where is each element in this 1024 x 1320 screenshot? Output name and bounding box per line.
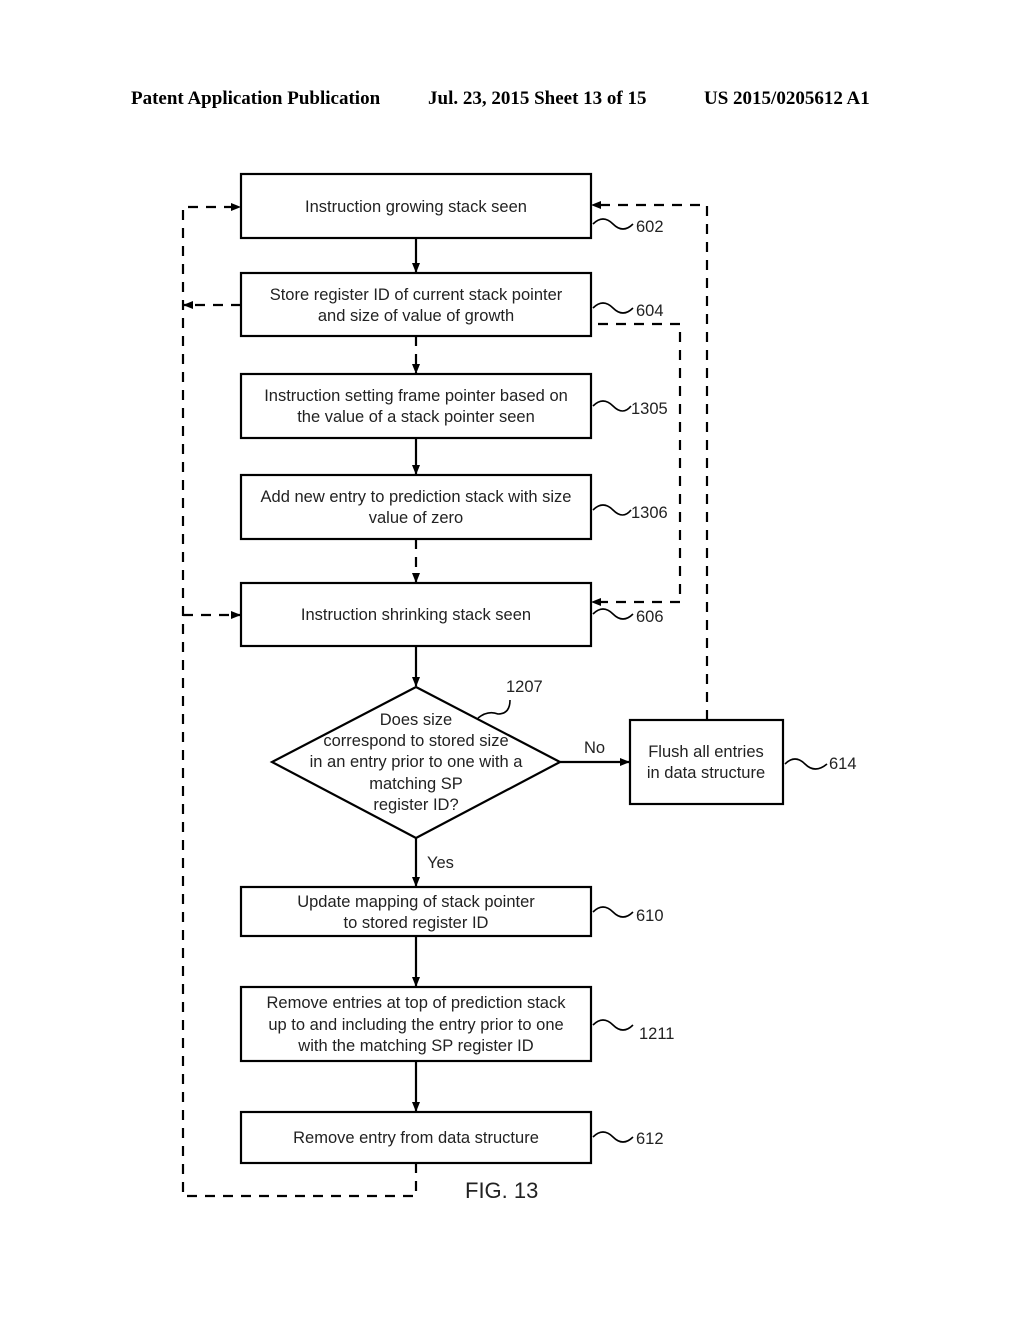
ref-604: 604 (636, 302, 664, 320)
ref-602-leader (592, 218, 634, 230)
node-614-line-2: in data structure (647, 764, 765, 782)
node-1306: Add new entry to prediction stack with s… (239, 473, 593, 541)
ref-614: 614 (829, 755, 857, 773)
node-604-box (239, 271, 593, 338)
node-1207-line-2: correspond to stored size (323, 732, 508, 750)
node-606: Instruction shrinking stack seen (239, 581, 593, 648)
node-604-line-2: and size of value of growth (318, 307, 514, 325)
ref-614-leader (784, 758, 828, 770)
ref-610: 610 (636, 907, 664, 925)
ref-606: 606 (636, 608, 664, 626)
node-1305: Instruction setting frame pointer based … (239, 372, 593, 440)
node-1306-box (239, 473, 593, 541)
ref-612-leader (592, 1131, 634, 1143)
node-604-line-1: Store register ID of current stack point… (270, 286, 563, 304)
node-1305-box (239, 372, 593, 440)
ref-1207-leader (477, 699, 511, 719)
node-614-line-1: Flush all entries (648, 743, 764, 761)
ref-604-leader (592, 302, 634, 314)
node-602: Instruction growing stack seen (239, 172, 593, 240)
node-1211-line-2: up to and including the entry prior to o… (268, 1016, 563, 1034)
edge-label-no: No (584, 739, 605, 757)
ref-1211: 1211 (639, 1025, 674, 1043)
node-1306-line-2: value of zero (369, 509, 463, 527)
node-1207-line-1: Does size (380, 711, 452, 729)
ref-1211-leader (592, 1019, 634, 1031)
ref-606-leader (592, 608, 634, 620)
ref-612: 612 (636, 1130, 664, 1148)
node-612: Remove entry from data structure (239, 1110, 593, 1165)
ref-1306: 1306 (631, 504, 668, 522)
node-610: Update mapping of stack pointer to store… (239, 885, 593, 938)
node-604: Store register ID of current stack point… (239, 271, 593, 338)
ref-1305-leader (592, 400, 632, 412)
node-1306-line-1: Add new entry to prediction stack with s… (261, 488, 572, 506)
node-614: Flush all entries in data structure (628, 718, 785, 806)
ref-1207: 1207 (506, 678, 543, 696)
node-606-line-1: Instruction shrinking stack seen (301, 606, 531, 624)
node-1207-line-3: in an entry prior to one with a (310, 753, 524, 771)
edge-604-606-dashed (591, 322, 682, 606)
node-1211-line-3: with the matching SP register ID (297, 1037, 533, 1055)
figure-label: FIG. 13 (465, 1178, 538, 1203)
ref-1305: 1305 (631, 400, 668, 418)
node-1305-line-2: the value of a stack pointer seen (297, 408, 535, 426)
node-602-line-1: Instruction growing stack seen (305, 198, 527, 216)
edge-614-602-dashed (591, 201, 709, 720)
node-1211: Remove entries at top of prediction stac… (239, 985, 593, 1063)
node-1207-decision: Does size correspond to stored size in a… (269, 685, 563, 840)
node-1207-line-5: register ID? (373, 796, 458, 814)
ref-1306-leader (592, 504, 632, 516)
node-610-line-2: to stored register ID (344, 914, 489, 932)
node-1305-line-1: Instruction setting frame pointer based … (264, 387, 568, 405)
node-614-box (628, 718, 785, 806)
node-612-line-1: Remove entry from data structure (293, 1129, 539, 1147)
node-1207-line-4: matching SP (369, 775, 463, 793)
node-1211-line-1: Remove entries at top of prediction stac… (267, 994, 567, 1012)
ref-602: 602 (636, 218, 664, 236)
node-610-line-1: Update mapping of stack pointer (297, 893, 535, 911)
edge-label-yes: Yes (427, 854, 454, 872)
ref-610-leader (592, 906, 634, 918)
flowchart: Instruction growing stack seen Store reg… (181, 172, 857, 1203)
